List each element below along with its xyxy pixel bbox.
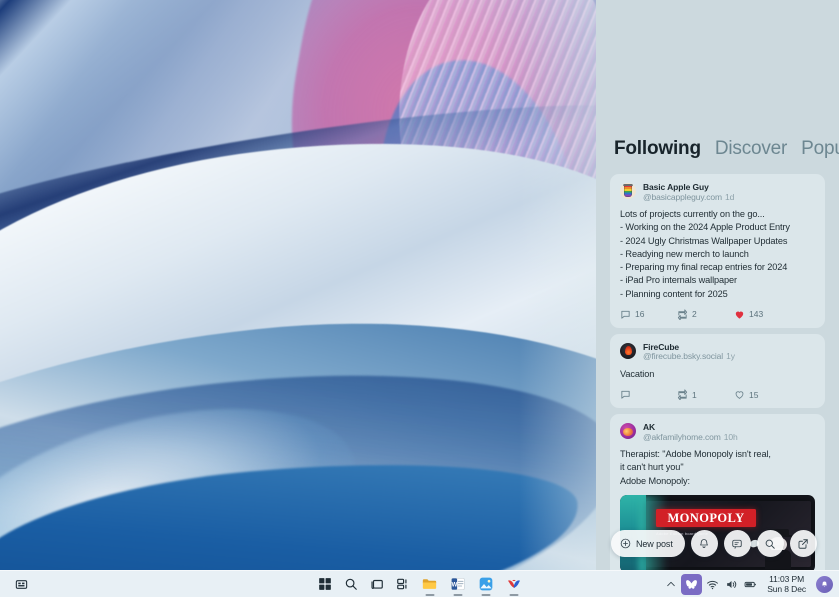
post-text: Lots of projects currently on the go... …	[620, 209, 790, 299]
post-text: Vacation	[620, 368, 655, 379]
notification-bell-icon	[822, 581, 827, 587]
repost-action[interactable]: 1	[677, 389, 734, 401]
like-count: 143	[749, 309, 764, 320]
clock-time: 11:03 PM	[769, 573, 805, 584]
repost-icon	[677, 389, 688, 401]
plus-circle-icon	[620, 538, 631, 549]
file-explorer-icon	[422, 579, 437, 589]
open-external-button[interactable]	[789, 530, 817, 557]
photos-icon	[479, 577, 492, 591]
post-card[interactable]: FireCube @firecube.bsky.social 1y Vacatio…	[610, 333, 825, 409]
reply-action[interactable]: 16	[620, 309, 677, 320]
bird-app-icon	[507, 579, 520, 588]
word-button[interactable]: W	[444, 573, 472, 596]
post-header: AK @akfamilyhome.com 10h	[620, 423, 815, 442]
tray-overflow-button[interactable]	[662, 575, 679, 594]
like-action[interactable]: 15	[734, 389, 791, 400]
bird-app-button[interactable]	[500, 573, 528, 596]
post-age: 1y	[726, 351, 735, 362]
search-icon	[765, 539, 775, 549]
repost-icon	[677, 309, 688, 320]
volume-button[interactable]	[723, 575, 740, 594]
monopoly-logo: MONOPOLY	[656, 508, 756, 527]
post-age: 10h	[723, 431, 738, 442]
heart-outline-icon	[735, 391, 744, 399]
feed-tab-bar: Following Discover Popula	[596, 138, 839, 174]
widgets-panel-icon	[396, 578, 406, 590]
taskbar-clock[interactable]: 11:03 PM Sun 8 Dec	[761, 574, 811, 595]
messages-button[interactable]	[723, 530, 751, 557]
reply-action[interactable]	[620, 389, 677, 400]
author-handle-line: @firecube.bsky.social 1y	[643, 352, 735, 362]
search-icon	[345, 578, 357, 590]
start-icon	[318, 578, 331, 590]
tab-following[interactable]: Following	[614, 138, 701, 160]
volume-icon	[727, 580, 737, 588]
comment-icon	[621, 310, 630, 319]
wifi-button[interactable]	[704, 575, 721, 594]
post-feed[interactable]: Basic Apple Guy @basicappleguy.com 1d Lot…	[596, 174, 839, 570]
task-view-icon	[370, 579, 383, 589]
post-age: 1d	[724, 191, 735, 202]
author-handle-line: @akfamilyhome.com 10h	[643, 431, 738, 443]
file-explorer-button[interactable]	[416, 573, 444, 596]
rainbow-cup-avatar[interactable]	[620, 183, 636, 199]
taskbar-search-button[interactable]	[338, 573, 364, 596]
repost-count: 1	[692, 389, 697, 400]
battery-button[interactable]	[742, 575, 759, 594]
wifi-icon	[707, 580, 719, 589]
bluesky-taskbar-tile[interactable]	[681, 573, 703, 595]
widgets-panel-button[interactable]	[390, 573, 416, 596]
svg-text:W: W	[451, 582, 457, 588]
author-handle: @akfamilyhome.com	[643, 431, 721, 442]
external-link-icon	[798, 538, 808, 549]
bell-icon	[700, 538, 709, 548]
author-handle: @firecube.bsky.social	[643, 351, 724, 362]
comment-icon	[621, 390, 630, 399]
word-icon: W	[450, 578, 465, 590]
post-author: FireCube @firecube.bsky.social 1y	[643, 342, 735, 362]
system-tray: 11:03 PM Sun 8 Dec	[662, 573, 833, 595]
like-count: 15	[749, 389, 759, 400]
bluesky-app-window: Following Discover Popula Basic Apple Gu…	[596, 0, 839, 570]
windows-taskbar: W 11:03 PM Sun 8 Dec	[0, 570, 839, 597]
start-button[interactable]	[312, 573, 338, 596]
chat-icon	[732, 539, 742, 549]
new-post-label: New post	[636, 538, 673, 549]
post-actions: 16 2 143	[620, 309, 815, 320]
author-handle: @basicappleguy.com	[643, 191, 722, 202]
post-author: Basic Apple Guy @basicappleguy.com 1d	[643, 182, 735, 203]
clock-date: Sun 8 Dec	[767, 584, 806, 594]
notifications-button[interactable]	[690, 530, 718, 557]
new-post-button[interactable]: New post	[611, 530, 685, 557]
notification-center-button[interactable]	[816, 575, 833, 593]
post-header: FireCube @firecube.bsky.social 1y	[620, 342, 815, 362]
photos-button[interactable]	[472, 573, 500, 596]
battery-icon	[744, 581, 757, 587]
post-header: Basic Apple Guy @basicappleguy.com 1d	[620, 182, 815, 203]
task-view-button[interactable]	[364, 573, 390, 596]
post-text: Therapist: "Adobe Monopoly isn't real, i…	[620, 449, 771, 486]
tab-popular[interactable]: Popula	[801, 138, 839, 160]
reply-count: 16	[635, 309, 645, 320]
like-action[interactable]: 143	[734, 309, 791, 320]
repost-action[interactable]: 2	[677, 309, 734, 320]
post-author: AK @akfamilyhome.com 10h	[643, 423, 738, 442]
search-button[interactable]	[756, 530, 784, 557]
post-card[interactable]: Basic Apple Guy @basicappleguy.com 1d Lot…	[610, 174, 825, 328]
author-handle-line: @basicappleguy.com 1d	[643, 191, 735, 203]
heart-filled-icon	[735, 311, 744, 319]
repost-count: 2	[692, 309, 697, 320]
tab-discover[interactable]: Discover	[715, 138, 788, 160]
bluesky-butterfly-icon	[686, 579, 698, 589]
floating-action-bar: New post	[611, 530, 827, 557]
chevron-up-icon	[666, 581, 675, 587]
post-actions: 1 15	[620, 389, 815, 401]
fire-flame-avatar[interactable]	[620, 342, 636, 359]
purple-character-avatar[interactable]	[620, 423, 636, 440]
